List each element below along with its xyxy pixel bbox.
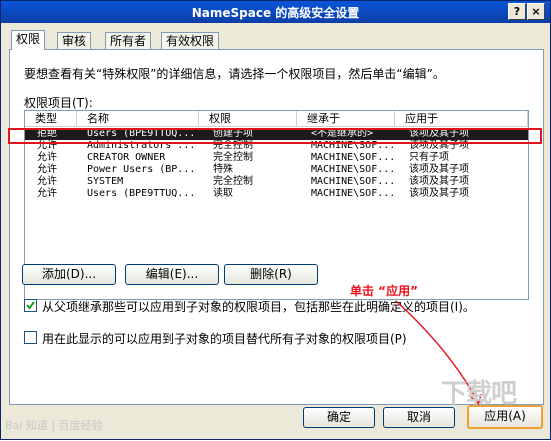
cell-apply-to: 只有子项 (409, 152, 449, 163)
inherit-checkbox-label: 从父项继承那些可以应用到子对象的权限项目，包括那些在此明确定义的项目(I)。 (42, 300, 475, 314)
ok-button[interactable]: 确定 (303, 407, 375, 428)
column-header-name[interactable]: 名称 (77, 111, 199, 127)
annotation-click-apply: 单击 “应用” (350, 284, 418, 298)
close-button[interactable]: × (527, 3, 545, 20)
cell-permission: 完全控制 (213, 152, 253, 163)
remove-button[interactable]: 删除(R) (224, 264, 318, 285)
security-dialog: NameSpace 的高级安全设置 ? × 权限 审核 所有者 有效权限 要想查… (0, 0, 551, 440)
checkmark-icon (26, 301, 35, 310)
inherit-checkbox[interactable] (24, 299, 37, 312)
cell-name: CREATOR OWNER (87, 152, 166, 163)
watermark-site: 下载吧 (441, 379, 517, 409)
cell-apply-to: 该项及其子项 (409, 188, 469, 199)
cell-permission: 读取 (213, 188, 233, 199)
selected-row-highlight (8, 128, 542, 144)
cell-type: 允许 (37, 188, 57, 199)
cell-apply-to: 该项及其子项 (409, 176, 469, 187)
list-header: 类型 名称 权限 继承于 应用于 (25, 111, 528, 127)
cancel-button[interactable]: 取消 (383, 407, 455, 428)
column-header-type[interactable]: 类型 (25, 111, 77, 127)
column-header-apply-to[interactable]: 应用于 (395, 111, 528, 127)
title-bar[interactable]: NameSpace 的高级安全设置 ? × (1, 1, 550, 23)
cell-inherited-from: MACHINE\SOF... (311, 152, 396, 163)
permission-list-label: 权限项目(T): (24, 96, 93, 110)
cell-inherited-from: MACHINE\SOF... (311, 164, 396, 175)
permissions-panel: 要想查看有关“特殊权限”的详细信息，请选择一个权限项目，然后单击“编辑”。 权限… (8, 49, 544, 405)
cell-name: Users (BPE9TTUQ... (87, 188, 196, 199)
help-button[interactable]: ? (508, 3, 526, 20)
column-header-inherited-from[interactable]: 继承于 (297, 111, 395, 127)
table-row[interactable]: 允许 Power Users (BP... 特殊 MACHINE\SOF... … (25, 164, 528, 176)
window-title: NameSpace 的高级安全设置 (191, 6, 360, 20)
cell-permission: 完全控制 (213, 176, 253, 187)
tab-owner[interactable]: 所有者 (105, 32, 152, 49)
table-row[interactable]: 允许 SYSTEM 完全控制 MACHINE\SOF... 该项及其子项 (25, 176, 528, 188)
cell-type: 允许 (37, 152, 57, 163)
table-row[interactable]: 允许 Users (BPE9TTUQ... 读取 MACHINE\SOF... … (25, 188, 528, 200)
column-header-permission[interactable]: 权限 (199, 111, 297, 127)
cell-permission: 特殊 (213, 164, 233, 175)
tab-permissions[interactable]: 权限 (11, 30, 46, 50)
replace-children-checkbox-label: 用在此显示的可以应用到子对象的项目替代所有子对象的权限项目(P) (42, 332, 407, 346)
cell-name: Power Users (BP... (87, 164, 196, 175)
cell-name: SYSTEM (87, 176, 124, 187)
watermark-baidu: Bai 知道 | 百度经验 (5, 419, 103, 432)
tab-effective-permissions[interactable]: 有效权限 (161, 32, 220, 49)
table-row[interactable]: 允许 CREATOR OWNER 完全控制 MACHINE\SOF... 只有子… (25, 152, 528, 164)
replace-children-checkbox[interactable] (24, 331, 37, 344)
description-text: 要想查看有关“特殊权限”的详细信息，请选择一个权限项目，然后单击“编辑”。 (24, 67, 445, 81)
edit-button[interactable]: 编辑(E)... (125, 264, 219, 285)
cell-type: 允许 (37, 164, 57, 175)
tab-auditing[interactable]: 审核 (57, 32, 92, 49)
cell-inherited-from: MACHINE\SOF... (311, 176, 396, 187)
cell-type: 允许 (37, 176, 57, 187)
cell-inherited-from: MACHINE\SOF... (311, 188, 396, 199)
add-button[interactable]: 添加(D)... (22, 264, 116, 285)
cell-apply-to: 该项及其子项 (409, 164, 469, 175)
